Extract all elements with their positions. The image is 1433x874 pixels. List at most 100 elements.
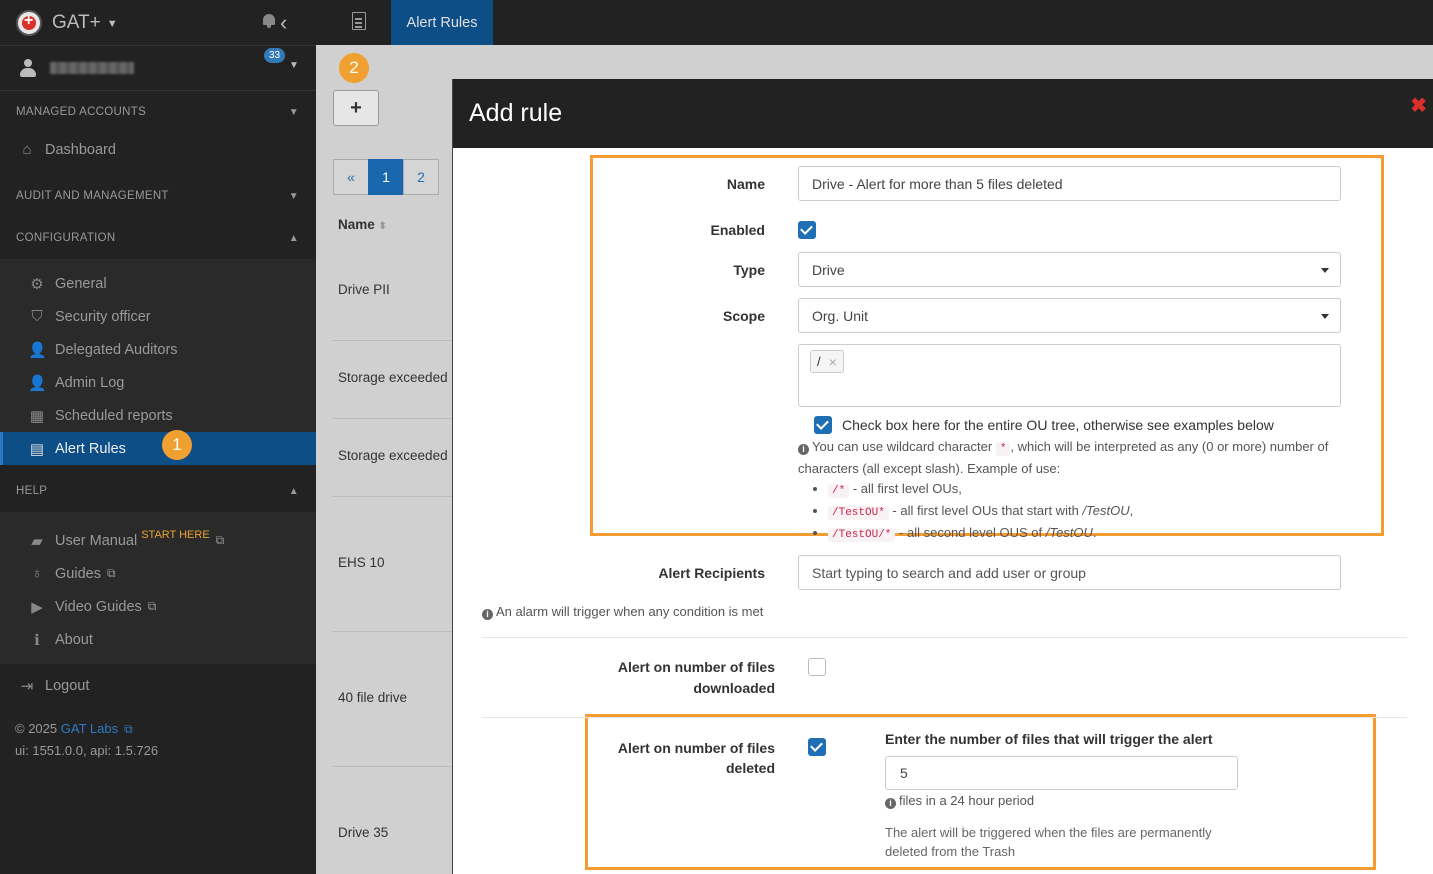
brand-name: GAT+: [52, 11, 101, 33]
bell-icon[interactable]: [262, 14, 276, 28]
sidebar-item-guides[interactable]: ♁ Guides ⧉: [0, 557, 316, 590]
document-icon[interactable]: [352, 12, 366, 30]
version-info: ui: 1551.0.0, api: 1.5.726: [15, 743, 159, 758]
example-text: - all first level OUs,: [849, 481, 962, 496]
sidebar-item-label: About: [55, 631, 93, 648]
row-divider: [333, 496, 453, 497]
sign-out-icon: ⇥: [20, 677, 34, 695]
sidebar-item-about[interactable]: ℹ About: [0, 623, 316, 656]
section-managed-accounts[interactable]: MANAGED ACCOUNTS ▼: [0, 91, 316, 133]
sidebar-item-general[interactable]: ⚙ General: [0, 267, 316, 300]
table-row[interactable]: Storage exceeded 1: [338, 370, 452, 385]
ou-tags-input[interactable]: [798, 344, 1341, 407]
downloaded-label-line1: Alert on number of files: [617, 659, 775, 675]
divider: [482, 717, 1407, 718]
example-text: - all second level OUS of: [895, 525, 1046, 540]
ou-tree-checkbox[interactable]: [814, 416, 832, 434]
table-row[interactable]: Storage exceeded 2: [338, 448, 452, 463]
name-label: Name: [726, 176, 765, 192]
scope-select[interactable]: Org. Unit: [798, 298, 1341, 333]
remove-tag-icon[interactable]: ×: [829, 354, 837, 370]
example-tail: ,: [1129, 503, 1134, 518]
table-row[interactable]: EHS 10: [338, 555, 385, 570]
sidebar-item-video-guides[interactable]: ▶ Video Guides ⧉: [0, 590, 316, 623]
user-name-redacted: [50, 62, 134, 74]
sidebar-item-label: User Manual: [55, 532, 138, 549]
sidebar-item-label: Admin Log: [55, 374, 125, 391]
wildcard-help: i You can use wildcard character *, which…: [798, 437, 1343, 545]
user-icon: [20, 59, 36, 77]
play-circle-icon: ▶: [31, 598, 43, 616]
section-audit-management[interactable]: AUDIT AND MANAGEMENT ▼: [0, 175, 316, 217]
sidebar-item-delegated-auditors[interactable]: 👤 Delegated Auditors: [0, 333, 316, 366]
book-icon: ▰: [31, 532, 43, 550]
sidebar-item-security-officer[interactable]: ⛉ Security officer: [0, 300, 316, 333]
table-row[interactable]: Drive PII: [338, 282, 390, 297]
caret-down-icon: ▼: [288, 190, 299, 202]
copyright: © 2025: [15, 721, 58, 736]
gat-logo-icon: [16, 9, 42, 36]
enabled-label: Enabled: [710, 222, 765, 238]
downloaded-label: Alert on number of files downloaded: [575, 657, 775, 699]
top-bar: Alert Rules: [316, 0, 1433, 45]
section-configuration[interactable]: CONFIGURATION ▲: [0, 217, 316, 259]
example-ou: /TestOU: [1082, 503, 1130, 518]
column-header-name[interactable]: Name ⬍: [338, 217, 387, 232]
caret-down-icon[interactable]: ▼: [289, 60, 299, 71]
ou-tree-label: Check box here for the entire OU tree, o…: [842, 417, 1274, 433]
add-rule-button[interactable]: +: [333, 90, 379, 126]
sidebar-item-scheduled-reports[interactable]: ▦ Scheduled reports: [0, 399, 316, 432]
home-icon: ⌂: [22, 141, 32, 158]
type-select[interactable]: Drive: [798, 252, 1341, 287]
sidebar-item-logout[interactable]: ⇥ Logout: [0, 669, 316, 702]
table-row[interactable]: 40 file drive: [338, 690, 407, 705]
calendar-icon: ▦: [29, 407, 45, 425]
sidebar-item-alert-rules[interactable]: ▤ Alert Rules: [0, 432, 316, 465]
enabled-checkbox[interactable]: [798, 221, 816, 239]
example-tail: .: [1092, 525, 1097, 540]
type-label: Type: [733, 262, 765, 278]
sidebar-item-admin-log[interactable]: 👤 Admin Log: [0, 366, 316, 399]
collapse-sidebar-icon[interactable]: ‹: [280, 10, 287, 36]
configuration-menu: ⚙ General ⛉ Security officer 👤 Delegated…: [0, 259, 316, 465]
deleted-checkbox[interactable]: [808, 738, 826, 756]
wildcard-example: /TestOU* - all first level OUs that star…: [828, 501, 1343, 523]
wildcard-examples: /* - all first level OUs, /TestOU* - all…: [828, 479, 1343, 545]
external-link-icon: ⧉: [147, 599, 157, 613]
table-row[interactable]: Drive 35: [338, 825, 388, 840]
notification-badge: 33: [264, 48, 286, 63]
row-divider: [333, 631, 453, 632]
sidebar-item-dashboard[interactable]: ⌂ Dashboard: [0, 133, 316, 166]
sidebar-item-label: General: [55, 275, 107, 292]
wildcard-example: /* - all first level OUs,: [828, 479, 1343, 501]
tab-alert-rules[interactable]: Alert Rules: [391, 0, 493, 45]
recipients-input[interactable]: Start typing to search and add user or g…: [798, 555, 1341, 590]
modal-header: Add rule ✖: [453, 79, 1433, 148]
name-input[interactable]: Drive - Alert for more than 5 files dele…: [798, 166, 1341, 201]
downloaded-label-line2: downloaded: [693, 680, 775, 696]
row-divider: [333, 418, 453, 419]
sidebar-item-label: Logout: [45, 677, 90, 694]
gears-icon: ⚙: [30, 275, 44, 293]
sidebar-item-user-manual[interactable]: ▰ User Manual START HERE ⧉: [0, 524, 316, 557]
downloaded-checkbox[interactable]: [808, 658, 826, 676]
recipients-label: Alert Recipients: [658, 565, 765, 581]
page-prev[interactable]: «: [333, 159, 369, 195]
sidebar-item-label: Security officer: [55, 308, 151, 325]
page-2[interactable]: 2: [403, 159, 439, 195]
deleted-threshold-input[interactable]: 5: [885, 756, 1238, 790]
trash-note-line2: deleted from the Trash: [885, 844, 1016, 859]
step-badge-2: 2: [339, 53, 369, 83]
row-divider: [333, 766, 453, 767]
step-badge-1: 1: [162, 430, 192, 460]
shield-icon: ⛉: [31, 308, 43, 325]
section-label: CONFIGURATION: [16, 232, 116, 244]
deleted-label-line2: deleted: [725, 760, 775, 776]
page-1[interactable]: 1: [368, 159, 404, 195]
trash-note: The alert will be triggered when the fil…: [885, 823, 1212, 861]
company-link[interactable]: GAT Labs: [61, 721, 118, 736]
pagination: « 1 2: [333, 159, 439, 195]
external-link-icon: ⧉: [124, 722, 133, 736]
close-icon[interactable]: ✖: [1410, 93, 1427, 118]
section-help[interactable]: HELP ▲: [0, 470, 316, 512]
